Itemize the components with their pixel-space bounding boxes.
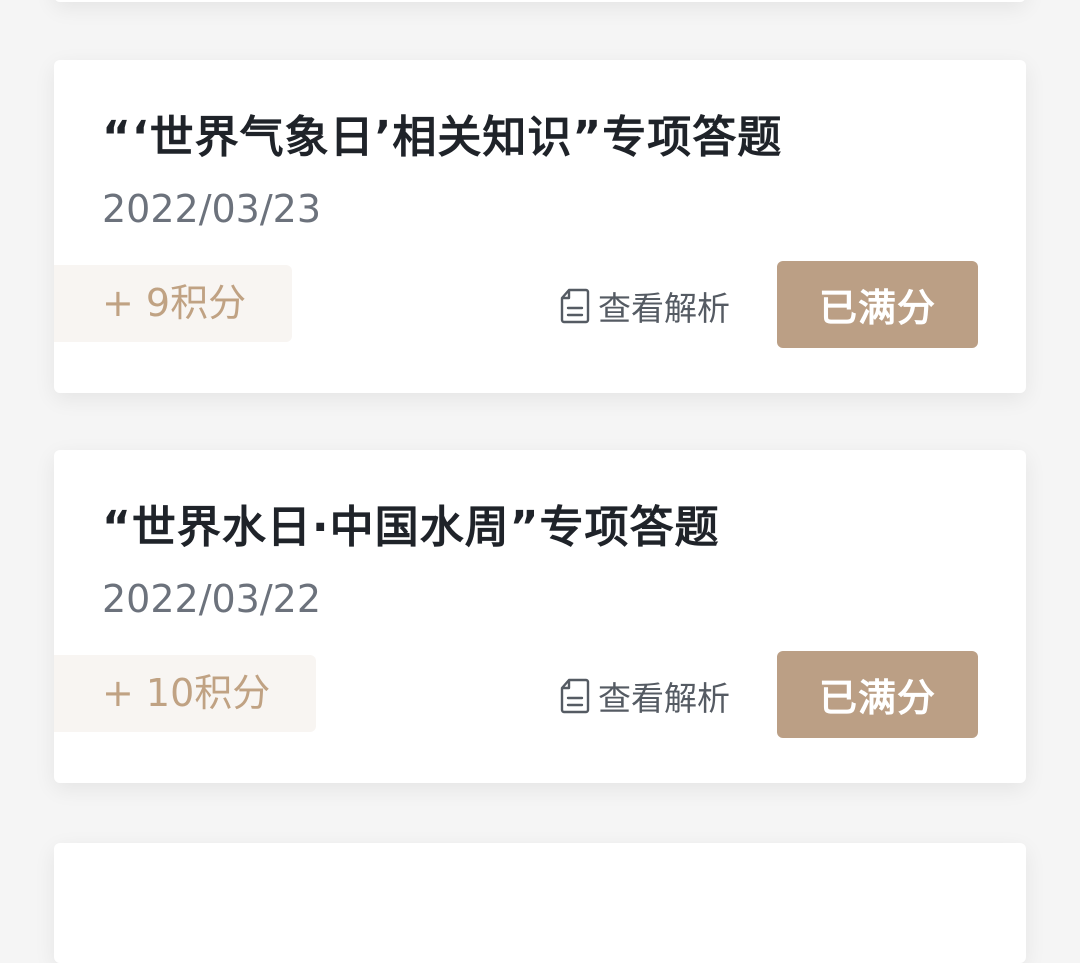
points-badge: + 9积分 — [54, 265, 293, 342]
quiz-title: “‘世界气象日’相关知识”专项答题 — [102, 112, 783, 163]
document-icon — [560, 288, 590, 324]
quiz-date: 2022/03/22 — [102, 577, 322, 621]
quiz-card-partial-bottom — [54, 843, 1026, 963]
quiz-title: “世界水日·中国水周”专项答题 — [102, 502, 720, 553]
full-score-button[interactable]: 已满分 — [777, 651, 978, 738]
view-analysis-link[interactable]: 查看解析 — [560, 278, 730, 334]
view-analysis-label: 查看解析 — [598, 679, 730, 718]
points-badge: + 10积分 — [54, 655, 317, 732]
quiz-date: 2022/03/23 — [102, 187, 322, 231]
full-score-button[interactable]: 已满分 — [777, 261, 978, 348]
quiz-card[interactable]: “世界水日·中国水周”专项答题 2022/03/22 + 10积分 查看解析 已… — [54, 450, 1026, 783]
view-analysis-link[interactable]: 查看解析 — [560, 668, 730, 724]
document-icon — [560, 678, 590, 714]
view-analysis-label: 查看解析 — [598, 289, 730, 328]
quiz-card-partial-top — [54, 0, 1026, 2]
quiz-card[interactable]: “‘世界气象日’相关知识”专项答题 2022/03/23 + 9积分 查看解析 … — [54, 60, 1026, 393]
